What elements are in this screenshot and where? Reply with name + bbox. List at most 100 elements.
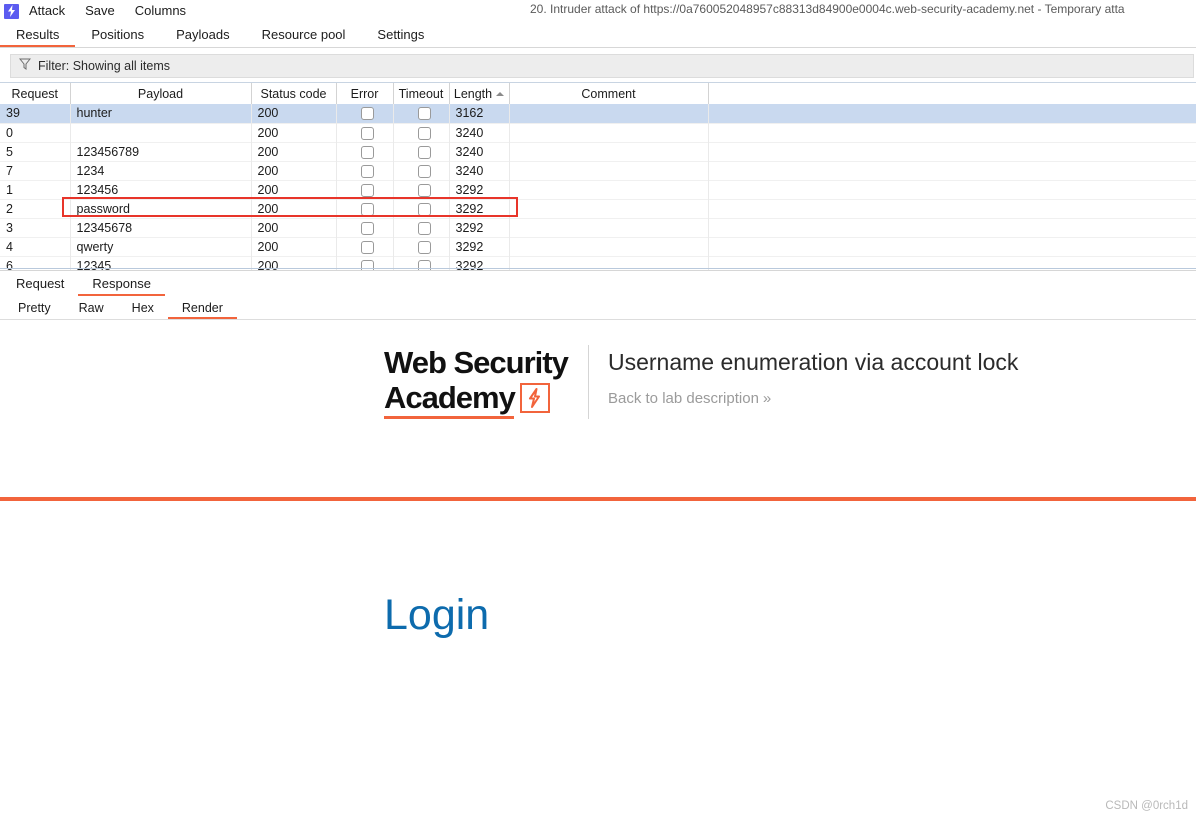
- cell-comment: [509, 142, 709, 161]
- cell-payload: qwerty: [70, 237, 252, 256]
- cell-length: 3292: [449, 180, 510, 199]
- cell-spacer: [708, 237, 1196, 256]
- error-checkbox[interactable]: [361, 202, 374, 216]
- results-table: Request Payload Status code Error Timeou…: [0, 83, 1196, 270]
- logo-line-two-row: Academy: [384, 380, 574, 415]
- column-header-error[interactable]: Error: [336, 83, 394, 104]
- filter-bar[interactable]: Filter: Showing all items: [10, 54, 1194, 78]
- timeout-checkbox[interactable]: [417, 145, 431, 159]
- cell-comment: [509, 180, 709, 199]
- results-table-container[interactable]: Request Payload Status code Error Timeou…: [0, 82, 1196, 270]
- back-to-lab-description-link[interactable]: Back to lab description»: [608, 390, 1018, 407]
- table-row[interactable]: 0 200 3240: [0, 123, 1196, 142]
- cell-timeout: [393, 237, 450, 256]
- view-tab-strip: Pretty Raw Hex Render: [0, 296, 1196, 320]
- column-header-status-code[interactable]: Status code: [251, 83, 337, 104]
- cell-status-code: 200: [251, 199, 337, 218]
- cell-timeout: [393, 104, 450, 123]
- cell-status-code: 200: [251, 104, 337, 123]
- timeout-checkbox[interactable]: [417, 240, 431, 254]
- cell-request: 39: [0, 104, 71, 123]
- tab-pretty[interactable]: Pretty: [4, 296, 65, 319]
- table-row[interactable]: 7 1234 200 3240: [0, 161, 1196, 180]
- cell-error: [336, 123, 394, 142]
- cell-length: 3240: [449, 123, 510, 142]
- cell-payload: hunter: [70, 104, 252, 123]
- cell-error: [336, 218, 394, 237]
- column-header-comment[interactable]: Comment: [509, 83, 709, 104]
- cell-status-code: 200: [251, 218, 337, 237]
- message-tab-strip: Request Response: [0, 270, 1196, 296]
- timeout-checkbox[interactable]: [417, 183, 431, 197]
- lab-title-block: Username enumeration via account lock Ba…: [608, 345, 1018, 407]
- cell-payload: 12345678: [70, 218, 252, 237]
- back-link-label: Back to lab description: [608, 390, 759, 407]
- tab-settings[interactable]: Settings: [361, 22, 440, 47]
- lab-title: Username enumeration via account lock: [608, 349, 1019, 375]
- tab-response[interactable]: Response: [78, 271, 165, 296]
- cell-length: 3292: [449, 199, 510, 218]
- error-checkbox[interactable]: [361, 183, 374, 197]
- column-header-timeout[interactable]: Timeout: [393, 83, 450, 104]
- tab-request[interactable]: Request: [2, 271, 78, 296]
- logo-line-two: Academy: [384, 380, 516, 415]
- cell-timeout: [393, 218, 450, 237]
- cell-comment: [509, 218, 709, 237]
- table-row[interactable]: 2 password 200 3292: [0, 199, 1196, 218]
- column-header-request[interactable]: Request: [0, 83, 71, 104]
- tab-results[interactable]: Results: [0, 22, 76, 47]
- cell-error: [336, 142, 394, 161]
- table-row[interactable]: 1 123456 200 3292: [0, 180, 1196, 199]
- column-header-payload[interactable]: Payload: [70, 83, 252, 104]
- cell-error: [336, 180, 394, 199]
- sort-ascending-icon: [496, 92, 505, 97]
- tab-hex[interactable]: Hex: [118, 296, 168, 319]
- filter-label: Filter: Showing all items: [38, 59, 170, 73]
- table-row[interactable]: 5 123456789 200 3240: [0, 142, 1196, 161]
- table-bottom-divider: [0, 268, 1196, 269]
- cell-payload: 1234: [70, 161, 252, 180]
- rendered-response-pane: Web Security Academy Username enumeratio…: [0, 320, 1196, 818]
- menu-item-attack[interactable]: Attack: [19, 0, 75, 22]
- table-row[interactable]: 3 12345678 200 3292: [0, 218, 1196, 237]
- table-row[interactable]: 39 hunter 200 3162: [0, 104, 1196, 123]
- timeout-checkbox[interactable]: [417, 126, 431, 140]
- error-checkbox[interactable]: [361, 107, 374, 121]
- error-checkbox[interactable]: [361, 145, 374, 159]
- web-security-academy-logo[interactable]: Web Security Academy: [384, 345, 589, 419]
- tab-render[interactable]: Render: [167, 296, 237, 319]
- tab-raw[interactable]: Raw: [65, 296, 118, 319]
- error-checkbox[interactable]: [361, 164, 374, 178]
- cell-timeout: [393, 123, 450, 142]
- cell-timeout: [393, 199, 450, 218]
- timeout-checkbox[interactable]: [417, 202, 431, 216]
- cell-error: [336, 161, 394, 180]
- cell-comment: [509, 199, 709, 218]
- cell-comment: [509, 123, 709, 142]
- table-row[interactable]: 4 qwerty 200 3292: [0, 237, 1196, 256]
- menu-item-save[interactable]: Save: [75, 0, 125, 22]
- funnel-icon: [18, 57, 32, 75]
- cell-status-code: 200: [251, 161, 337, 180]
- logo-line-one: Web Security: [384, 345, 569, 380]
- cell-timeout: [393, 161, 450, 180]
- column-header-length[interactable]: Length: [449, 83, 510, 104]
- error-checkbox[interactable]: [361, 126, 374, 140]
- error-checkbox[interactable]: [361, 221, 374, 235]
- timeout-checkbox[interactable]: [417, 221, 431, 235]
- cell-request: 5: [0, 142, 71, 161]
- cell-payload: 123456: [70, 180, 252, 199]
- cell-length: 3292: [449, 218, 510, 237]
- burp-bolt-icon: [4, 3, 19, 19]
- error-checkbox[interactable]: [361, 240, 374, 254]
- cell-spacer: [708, 218, 1196, 237]
- menu-bar: Attack Save Columns 20. Intruder attack …: [0, 0, 1196, 22]
- timeout-checkbox[interactable]: [417, 164, 431, 178]
- cell-request: 7: [0, 161, 71, 180]
- orange-divider: [0, 497, 1196, 501]
- tab-positions[interactable]: Positions: [75, 22, 160, 47]
- tab-resource-pool[interactable]: Resource pool: [246, 22, 362, 47]
- tab-payloads[interactable]: Payloads: [160, 22, 245, 47]
- menu-item-columns[interactable]: Columns: [125, 0, 196, 22]
- timeout-checkbox[interactable]: [417, 107, 431, 121]
